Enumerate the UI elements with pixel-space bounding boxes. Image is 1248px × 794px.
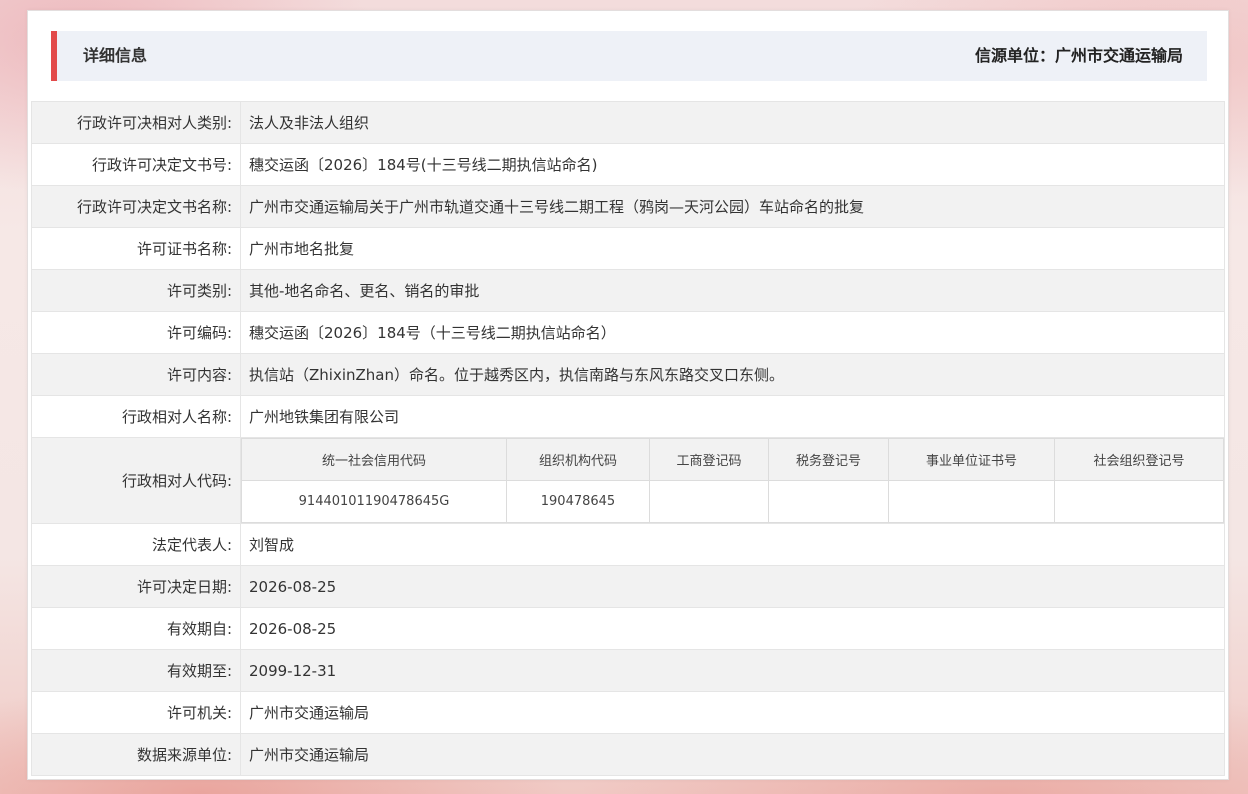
table-row: 行政许可决定文书号: 穗交运函〔2026〕184号(十三号线二期执信站命名) [31, 143, 1225, 186]
row-label: 行政许可决定文书名称: [31, 185, 241, 228]
detail-header: 详细信息 信源单位：广州市交通运输局 [51, 31, 1207, 81]
codes-value [1054, 480, 1224, 523]
table-row: 有效期至: 2099-12-31 [31, 649, 1225, 692]
codes-value: 190478645 [506, 480, 650, 523]
table-row: 行政相对人名称: 广州地铁集团有限公司 [31, 395, 1225, 438]
row-label: 有效期自: [31, 607, 241, 650]
row-label: 数据来源单位: [31, 733, 241, 776]
row-value: 广州市交通运输局关于广州市轨道交通十三号线二期工程（鸦岗—天河公园）车站命名的批… [240, 185, 1225, 228]
table-row: 许可编码: 穗交运函〔2026〕184号（十三号线二期执信站命名） [31, 311, 1225, 354]
header-source: 信源单位：广州市交通运输局 [974, 46, 1183, 65]
detail-panel: 详细信息 信源单位：广州市交通运输局 行政许可决相对人类别: 法人及非法人组织 … [27, 10, 1229, 780]
codes-value-row: 91440101190478645G 190478645 [241, 480, 1224, 523]
row-label: 法定代表人: [31, 523, 241, 566]
row-value: 广州市交通运输局 [240, 733, 1225, 776]
table-row: 数据来源单位: 广州市交通运输局 [31, 733, 1225, 776]
codes-value: 91440101190478645G [241, 480, 507, 523]
row-value: 广州市地名批复 [240, 227, 1225, 270]
row-value: 穗交运函〔2026〕184号(十三号线二期执信站命名) [240, 143, 1225, 186]
codes-header: 社会组织登记号 [1054, 438, 1224, 481]
row-value: 穗交运函〔2026〕184号（十三号线二期执信站命名） [240, 311, 1225, 354]
codes-value [768, 480, 889, 523]
table-row-codes: 行政相对人代码: 统一社会信用代码 组织机构代码 工商登记码 税务登记号 事业单… [31, 437, 1225, 524]
row-value: 法人及非法人组织 [240, 101, 1225, 144]
row-label: 有效期至: [31, 649, 241, 692]
row-label: 许可机关: [31, 691, 241, 734]
codes-header: 组织机构代码 [506, 438, 650, 481]
table-row: 许可机关: 广州市交通运输局 [31, 691, 1225, 734]
row-value: 2099-12-31 [240, 649, 1225, 692]
table-row: 法定代表人: 刘智成 [31, 523, 1225, 566]
table-row: 许可类别: 其他-地名命名、更名、销名的审批 [31, 269, 1225, 312]
row-label: 行政相对人名称: [31, 395, 241, 438]
row-label: 许可类别: [31, 269, 241, 312]
row-label: 行政许可决定文书号: [31, 143, 241, 186]
row-value: 2026-08-25 [240, 565, 1225, 608]
header-title: 详细信息 [83, 46, 148, 65]
table-row: 许可内容: 执信站（ZhixinZhan）命名。位于越秀区内，执信南路与东风东路… [31, 353, 1225, 396]
codes-cell: 统一社会信用代码 组织机构代码 工商登记码 税务登记号 事业单位证书号 社会组织… [240, 437, 1225, 524]
codes-header: 工商登记码 [649, 438, 769, 481]
row-label: 许可证书名称: [31, 227, 241, 270]
row-value: 其他-地名命名、更名、销名的审批 [240, 269, 1225, 312]
codes-header-row: 统一社会信用代码 组织机构代码 工商登记码 税务登记号 事业单位证书号 社会组织… [241, 438, 1224, 481]
row-value: 2026-08-25 [240, 607, 1225, 650]
row-value: 刘智成 [240, 523, 1225, 566]
row-label: 行政许可决相对人类别: [31, 101, 241, 144]
codes-header: 事业单位证书号 [888, 438, 1055, 481]
table-row: 许可证书名称: 广州市地名批复 [31, 227, 1225, 270]
codes-header: 税务登记号 [768, 438, 889, 481]
codes-value [888, 480, 1055, 523]
row-value: 执信站（ZhixinZhan）命名。位于越秀区内，执信南路与东风东路交叉口东侧。 [240, 353, 1225, 396]
row-label: 许可内容: [31, 353, 241, 396]
table-row: 有效期自: 2026-08-25 [31, 607, 1225, 650]
codes-value [649, 480, 769, 523]
row-label: 许可决定日期: [31, 565, 241, 608]
codes-table: 统一社会信用代码 组织机构代码 工商登记码 税务登记号 事业单位证书号 社会组织… [241, 438, 1224, 523]
row-label: 行政相对人代码: [31, 437, 241, 524]
table-row: 行政许可决定文书名称: 广州市交通运输局关于广州市轨道交通十三号线二期工程（鸦岗… [31, 185, 1225, 228]
detail-table: 行政许可决相对人类别: 法人及非法人组织 行政许可决定文书号: 穗交运函〔202… [31, 101, 1225, 776]
codes-header: 统一社会信用代码 [241, 438, 507, 481]
table-row: 许可决定日期: 2026-08-25 [31, 565, 1225, 608]
row-value: 广州地铁集团有限公司 [240, 395, 1225, 438]
row-label: 许可编码: [31, 311, 241, 354]
row-value: 广州市交通运输局 [240, 691, 1225, 734]
table-row: 行政许可决相对人类别: 法人及非法人组织 [31, 101, 1225, 144]
